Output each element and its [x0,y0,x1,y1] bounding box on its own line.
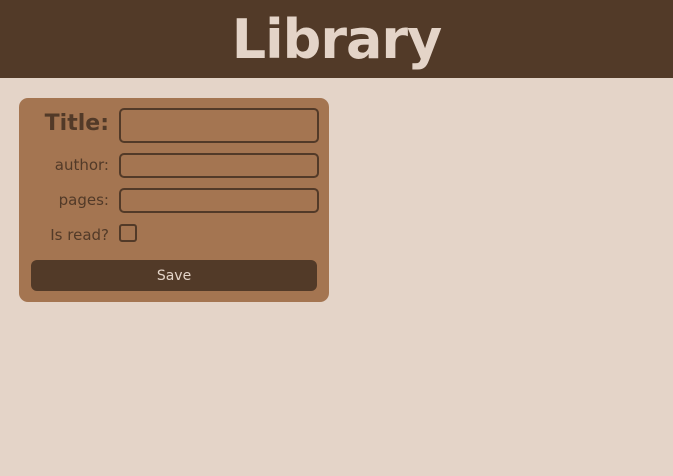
author-label: author: [54,156,109,174]
is-read-checkbox[interactable] [119,224,137,242]
save-button[interactable]: Save [31,260,317,291]
book-form: Title: author: pages: Is read? Save [19,98,329,302]
is-read-label: Is read? [50,226,109,244]
app-header: Library [0,0,673,78]
app-title: Library [231,8,442,71]
pages-input[interactable] [119,188,319,213]
pages-label: pages: [58,191,109,209]
title-label: Title: [44,111,109,136]
author-input[interactable] [119,153,319,178]
title-input[interactable] [119,108,319,143]
